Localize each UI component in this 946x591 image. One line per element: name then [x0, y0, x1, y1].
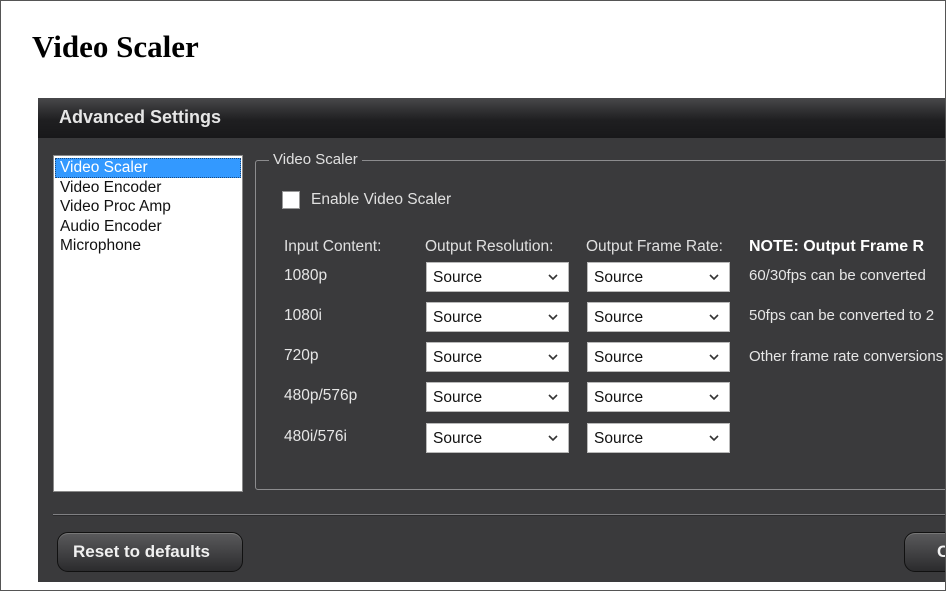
- note-header: NOTE: Output Frame R: [749, 238, 925, 255]
- note-line-3: Other frame rate conversions: [749, 348, 944, 365]
- input-label-720p: 720p: [284, 347, 319, 364]
- output-resolution-header: Output Resolution:: [425, 238, 554, 255]
- select-value: Source: [433, 349, 483, 366]
- chevron-down-icon: [548, 314, 558, 321]
- resolution-select-480p-576p[interactable]: Source: [426, 382, 569, 412]
- input-label-480p-576p: 480p/576p: [284, 387, 358, 404]
- enable-video-scaler-label: Enable Video Scaler: [311, 191, 452, 208]
- resolution-select-480i-576i[interactable]: Source: [426, 423, 569, 453]
- chevron-down-icon: [548, 394, 558, 401]
- select-value: Source: [594, 389, 644, 406]
- enable-video-scaler-row: Enable Video Scaler: [282, 191, 451, 209]
- nav-item-video-proc-amp[interactable]: Video Proc Amp: [55, 197, 241, 217]
- note-line-1: 60/30fps can be converted: [749, 267, 926, 284]
- ok-button-label: C: [937, 542, 945, 562]
- reset-button-label: Reset to defaults: [73, 542, 210, 561]
- ok-button[interactable]: C: [904, 532, 945, 572]
- resolution-select-1080p[interactable]: Source: [426, 262, 569, 292]
- nav-item-microphone[interactable]: Microphone: [55, 236, 241, 256]
- chevron-down-icon: [709, 354, 719, 361]
- video-scaler-group: Video Scaler Enable Video Scaler Input C…: [255, 151, 945, 490]
- nav-item-video-encoder[interactable]: Video Encoder: [55, 178, 241, 198]
- group-legend: Video Scaler: [269, 151, 362, 168]
- window-titlebar: Advanced Settings: [38, 98, 945, 138]
- document-frame: Video Scaler Advanced Settings Video Sca…: [0, 0, 946, 591]
- chevron-down-icon: [548, 274, 558, 281]
- page-title: Video Scaler: [32, 29, 199, 64]
- settings-nav-list: Video Scaler Video Encoder Video Proc Am…: [53, 155, 243, 492]
- chevron-down-icon: [709, 394, 719, 401]
- select-value: Source: [594, 309, 644, 326]
- reset-to-defaults-button[interactable]: Reset to defaults: [57, 532, 243, 572]
- resolution-select-1080i[interactable]: Source: [426, 302, 569, 332]
- footer-divider: [53, 514, 945, 516]
- input-content-header: Input Content:: [284, 238, 382, 255]
- framerate-select-480i-576i[interactable]: Source: [587, 423, 730, 453]
- select-value: Source: [433, 389, 483, 406]
- select-value: Source: [594, 430, 644, 447]
- select-value: Source: [594, 349, 644, 366]
- note-line-2: 50fps can be converted to 2: [749, 307, 935, 324]
- select-value: Source: [433, 309, 483, 326]
- framerate-select-480p-576p[interactable]: Source: [587, 382, 730, 412]
- chevron-down-icon: [709, 274, 719, 281]
- nav-item-audio-encoder[interactable]: Audio Encoder: [55, 217, 241, 237]
- advanced-settings-window: Advanced Settings Video Scaler Video Enc…: [38, 98, 945, 582]
- output-frame-rate-header: Output Frame Rate:: [586, 238, 723, 255]
- input-label-480i-576i: 480i/576i: [284, 428, 347, 445]
- resolution-select-720p[interactable]: Source: [426, 342, 569, 372]
- select-value: Source: [433, 269, 483, 286]
- chevron-down-icon: [709, 435, 719, 442]
- chevron-down-icon: [548, 354, 558, 361]
- chevron-down-icon: [548, 435, 558, 442]
- framerate-select-1080p[interactable]: Source: [587, 262, 730, 292]
- nav-item-video-scaler[interactable]: Video Scaler: [55, 158, 241, 178]
- framerate-select-1080i[interactable]: Source: [587, 302, 730, 332]
- select-value: Source: [594, 269, 644, 286]
- framerate-select-720p[interactable]: Source: [587, 342, 730, 372]
- window-title: Advanced Settings: [59, 107, 222, 127]
- chevron-down-icon: [709, 314, 719, 321]
- select-value: Source: [433, 430, 483, 447]
- input-label-1080p: 1080p: [284, 267, 328, 284]
- input-label-1080i: 1080i: [284, 307, 322, 324]
- enable-video-scaler-checkbox[interactable]: [282, 191, 300, 209]
